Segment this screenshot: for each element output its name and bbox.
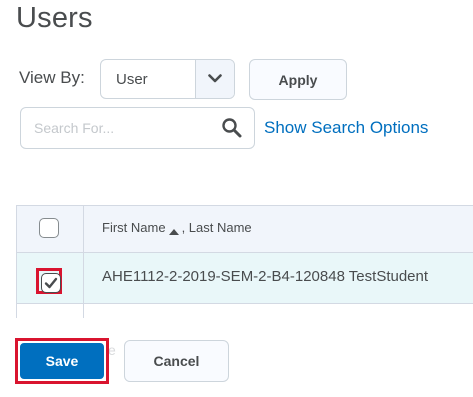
users-table: First Name , Last Name AHE1112-2-2019-SE…: [16, 205, 473, 318]
search-input[interactable]: [21, 119, 220, 137]
cancel-button[interactable]: Cancel: [124, 340, 229, 382]
row-select-cell: [17, 304, 84, 318]
users-page: Users View By: User Apply Show Search Op…: [0, 0, 473, 397]
first-name-sort-link[interactable]: First Name: [102, 220, 166, 235]
row-checkbox[interactable]: [41, 273, 61, 293]
search-icon[interactable]: [220, 116, 244, 140]
highlight-outline: Save: [15, 338, 109, 384]
row-select-cell: [17, 253, 84, 303]
highlight-outline: [36, 268, 62, 294]
view-by-label: View By:: [19, 68, 85, 87]
apply-button[interactable]: Apply: [249, 59, 347, 100]
save-button[interactable]: Save: [20, 343, 104, 379]
table-header-row: First Name , Last Name: [17, 206, 473, 253]
chevron-down-icon: [195, 60, 234, 98]
search-box: [20, 107, 255, 149]
user-name: AHE1112-2-2019-SEM-2-B4-120848 TestStude…: [102, 268, 429, 285]
select-all-cell: [17, 206, 84, 252]
last-name-sort-link[interactable]: , Last Name: [182, 220, 252, 235]
table-row: AHE1112-2-2019-SEM-2-B4-120848 TestStude…: [17, 253, 473, 304]
page-title: Users: [16, 2, 93, 34]
table-row-partial: [17, 304, 473, 318]
show-search-options-link[interactable]: Show Search Options: [264, 118, 428, 138]
view-by-select[interactable]: User: [100, 59, 235, 99]
name-column-header[interactable]: First Name , Last Name: [102, 220, 252, 235]
obscured-text: e: [108, 342, 116, 358]
select-all-checkbox[interactable]: [39, 218, 59, 238]
checkmark-icon: [44, 277, 58, 289]
sort-ascending-icon: [168, 224, 179, 235]
view-by-select-value: User: [116, 70, 148, 88]
